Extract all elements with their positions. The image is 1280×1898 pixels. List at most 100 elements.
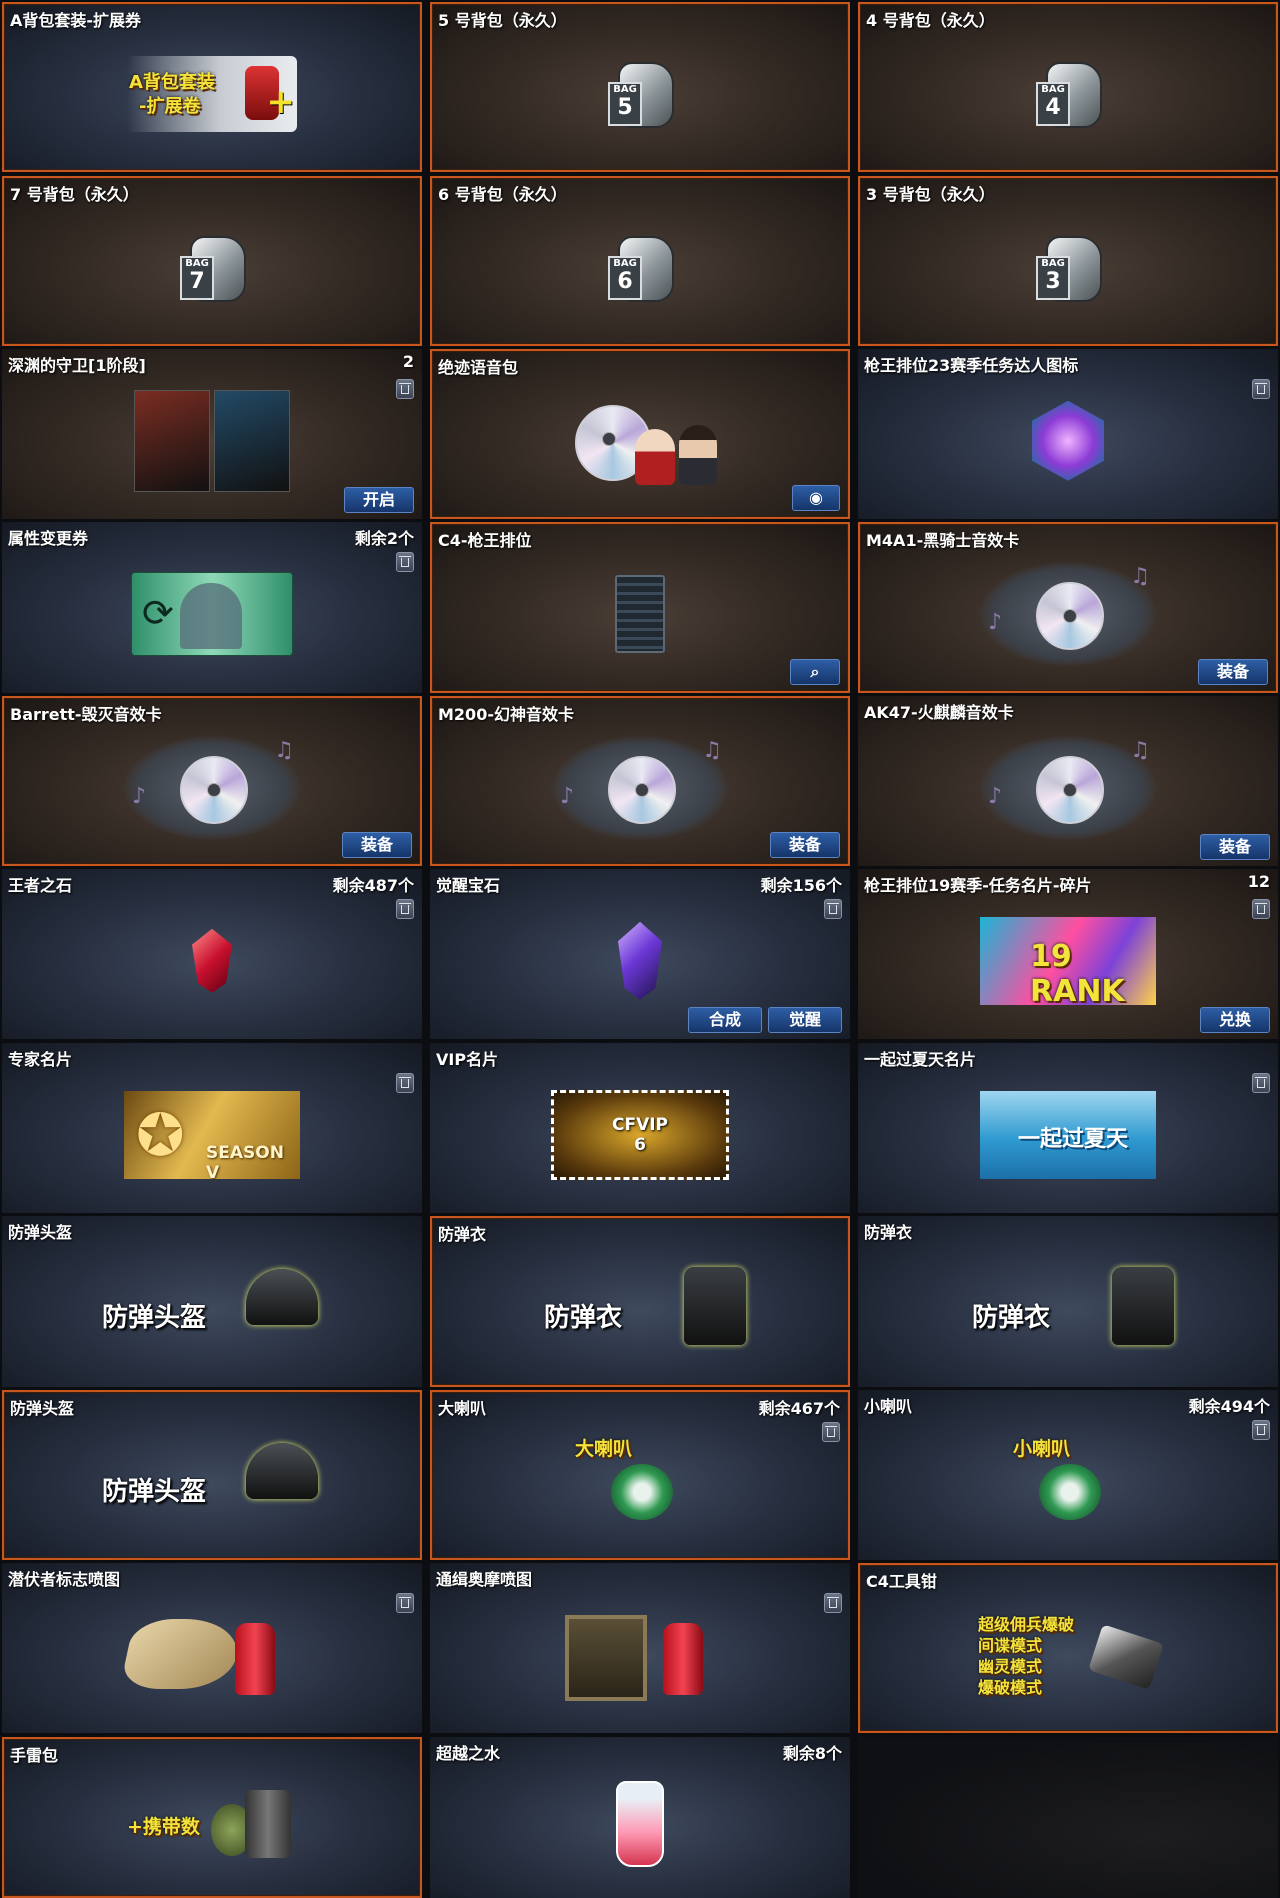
trash-icon[interactable] [1252, 379, 1270, 399]
trash-icon[interactable] [396, 552, 414, 572]
item-action-button[interactable]: 合成 [688, 1007, 762, 1033]
spray-icon [119, 1609, 297, 1701]
inventory-slot[interactable]: 潜伏者标志喷图 [2, 1563, 422, 1733]
art-label: 防弹头盔 [102, 1303, 207, 1334]
inventory-slot[interactable]: 觉醒宝石 剩余156个 合成 觉醒 [430, 869, 850, 1039]
item-name: 5 号背包（永久） [438, 11, 567, 30]
item-art: 19 RANK [980, 916, 1156, 1009]
vip-level: 6 [634, 1134, 646, 1155]
inventory-slot[interactable]: 深渊的守卫[1阶段] 2 开启 [2, 349, 422, 519]
item-art [192, 928, 232, 993]
inventory-slot[interactable]: 5 号背包（永久） BAG 5 [430, 2, 850, 172]
vest-icon: 防弹衣 [530, 1263, 750, 1353]
item-name: 3 号背包（永久） [866, 185, 995, 204]
vest-shape [684, 1267, 746, 1346]
item-name: 7 号背包（永久） [10, 185, 139, 204]
item-name: VIP名片 [436, 1050, 499, 1069]
inventory-slot[interactable]: 3 号背包（永久） BAG 3 [858, 176, 1278, 346]
music-note-icon: ♫ [702, 737, 722, 763]
inventory-slot[interactable]: VIP名片 CFVIP 6 [430, 1043, 850, 1213]
character-card [214, 389, 290, 492]
item-action-button[interactable]: 开启 [344, 487, 414, 513]
inventory-slot[interactable]: 防弹头盔 防弹头盔 [2, 1216, 422, 1387]
inventory-slot[interactable]: 6 号背包（永久） BAG 6 [430, 176, 850, 346]
item-name: 手雷包 [10, 1746, 59, 1765]
item-name: 防弹头盔 [8, 1223, 73, 1242]
inventory-slot[interactable]: 大喇叭 剩余467个 大喇叭 [430, 1390, 850, 1560]
item-action-button[interactable]: 装备 [342, 832, 412, 858]
item-name: 属性变更券 [8, 529, 89, 548]
bag-number: 3 [1045, 268, 1061, 294]
bag-icon: BAG 5 [608, 56, 674, 132]
inventory-slot[interactable]: 属性变更券 剩余2个 ⟳ [2, 522, 422, 693]
spray-can-shape [663, 1622, 703, 1695]
bag-icon: BAG 7 [180, 230, 246, 306]
item-action-button[interactable]: 装备 [1200, 834, 1270, 860]
inventory-slot[interactable]: 一起过夏天名片 一起过夏天 [858, 1043, 1278, 1213]
spray-image [565, 1614, 647, 1701]
item-art: BAG 7 [180, 230, 246, 306]
spray-can-shape [235, 1622, 275, 1695]
inventory-slot[interactable]: C4-枪王排位 ⌕ [430, 522, 850, 693]
inventory-slot[interactable]: 4 号背包（永久） BAG 4 [858, 2, 1278, 172]
inventory-slot[interactable]: AK47-火麒麟音效卡 ♪ ♫ 装备 [858, 696, 1278, 866]
item-action-button[interactable]: 装备 [1198, 659, 1268, 685]
inventory-slot[interactable]: Barrett-毁灭音效卡 ♪ ♫ 装备 [2, 696, 422, 866]
inventory-slot[interactable]: 防弹衣 防弹衣 [858, 1216, 1278, 1387]
trash-icon[interactable] [396, 899, 414, 919]
helmet-icon: 防弹头盔 [102, 1263, 322, 1353]
inventory-slot[interactable]: 小喇叭 剩余494个 小喇叭 [858, 1390, 1278, 1560]
item-art: 大喇叭 [575, 1434, 705, 1530]
inventory-slot[interactable]: M4A1-黑骑士音效卡 ♪ ♫ 装备 [858, 522, 1278, 693]
item-art [555, 1609, 725, 1701]
inventory-slot[interactable]: C4工具钳 超级佣兵爆破 间谍模式 幽灵模式 爆破模式 [858, 1563, 1278, 1733]
trash-icon[interactable] [824, 1593, 842, 1613]
item-name: 绝迹语音包 [438, 358, 519, 377]
purple-gem-icon [618, 921, 662, 1000]
inventory-slot[interactable]: M200-幻神音效卡 ♪ ♫ 装备 [430, 696, 850, 866]
summer-card-icon: 一起过夏天 [980, 1090, 1156, 1179]
inventory-slot[interactable]: 手雷包 +携带数 [2, 1737, 422, 1898]
item-name: 潜伏者标志喷图 [8, 1570, 121, 1589]
inventory-slot[interactable]: 枪王排位19赛季-任务名片-碎片 12 19 RANK 兑换 [858, 869, 1278, 1039]
bag-label: BAG [613, 257, 637, 269]
item-action-button[interactable]: 觉醒 [768, 1007, 842, 1033]
inventory-slot[interactable]: 防弹头盔 防弹头盔 [2, 1390, 422, 1560]
item-name: 枪王排位19赛季-任务名片-碎片 [864, 876, 1092, 895]
trash-icon[interactable] [824, 899, 842, 919]
item-art [1028, 400, 1108, 481]
item-name: 6 号背包（永久） [438, 185, 567, 204]
item-name: 觉醒宝石 [436, 876, 501, 895]
inventory-slot[interactable]: 7 号背包（永久） BAG 7 [2, 176, 422, 346]
music-note-icon: ♪ [988, 610, 1003, 636]
item-art [134, 389, 290, 492]
inventory-slot[interactable]: 防弹衣 防弹衣 [430, 1216, 850, 1387]
disc-shape [180, 755, 248, 824]
expert-card-icon: ✪ SEASON V [124, 1090, 300, 1183]
trash-icon[interactable] [1252, 1420, 1270, 1440]
inventory-slot[interactable]: 绝迹语音包 ◉ [430, 349, 850, 519]
inventory-slot[interactable]: A背包套装-扩展券 A背包套装 -扩展卷 + [2, 2, 422, 172]
trash-icon[interactable] [396, 1593, 414, 1613]
search-button[interactable]: ⌕ [790, 659, 840, 685]
bag-number: 4 [1045, 94, 1061, 120]
inventory-slot[interactable]: 王者之石 剩余487个 [2, 869, 422, 1039]
trash-icon[interactable] [1252, 899, 1270, 919]
item-name: 王者之石 [8, 876, 73, 895]
bag-icon: BAG 4 [1036, 56, 1102, 132]
trash-icon[interactable] [396, 379, 414, 399]
item-action-button[interactable]: 兑换 [1200, 1007, 1270, 1033]
helmet-shape [246, 1269, 318, 1326]
inventory-slot[interactable]: 专家名片 ✪ SEASON V [2, 1043, 422, 1213]
trash-icon[interactable] [396, 1073, 414, 1093]
voice-play-button[interactable]: ◉ [792, 485, 840, 511]
trash-icon[interactable] [1252, 1073, 1270, 1093]
item-count: 12 [1247, 872, 1270, 891]
small-horn-icon: 小喇叭 [1003, 1434, 1133, 1530]
inventory-slot[interactable]: 超越之水 剩余8个 [430, 1737, 850, 1898]
item-art: 防弹衣 [530, 1263, 750, 1353]
trash-icon[interactable] [822, 1422, 840, 1442]
inventory-slot[interactable]: 通缉奥摩喷图 [430, 1563, 850, 1733]
item-action-button[interactable]: 装备 [770, 832, 840, 858]
inventory-slot[interactable]: 枪王排位23赛季任务达人图标 [858, 349, 1278, 519]
